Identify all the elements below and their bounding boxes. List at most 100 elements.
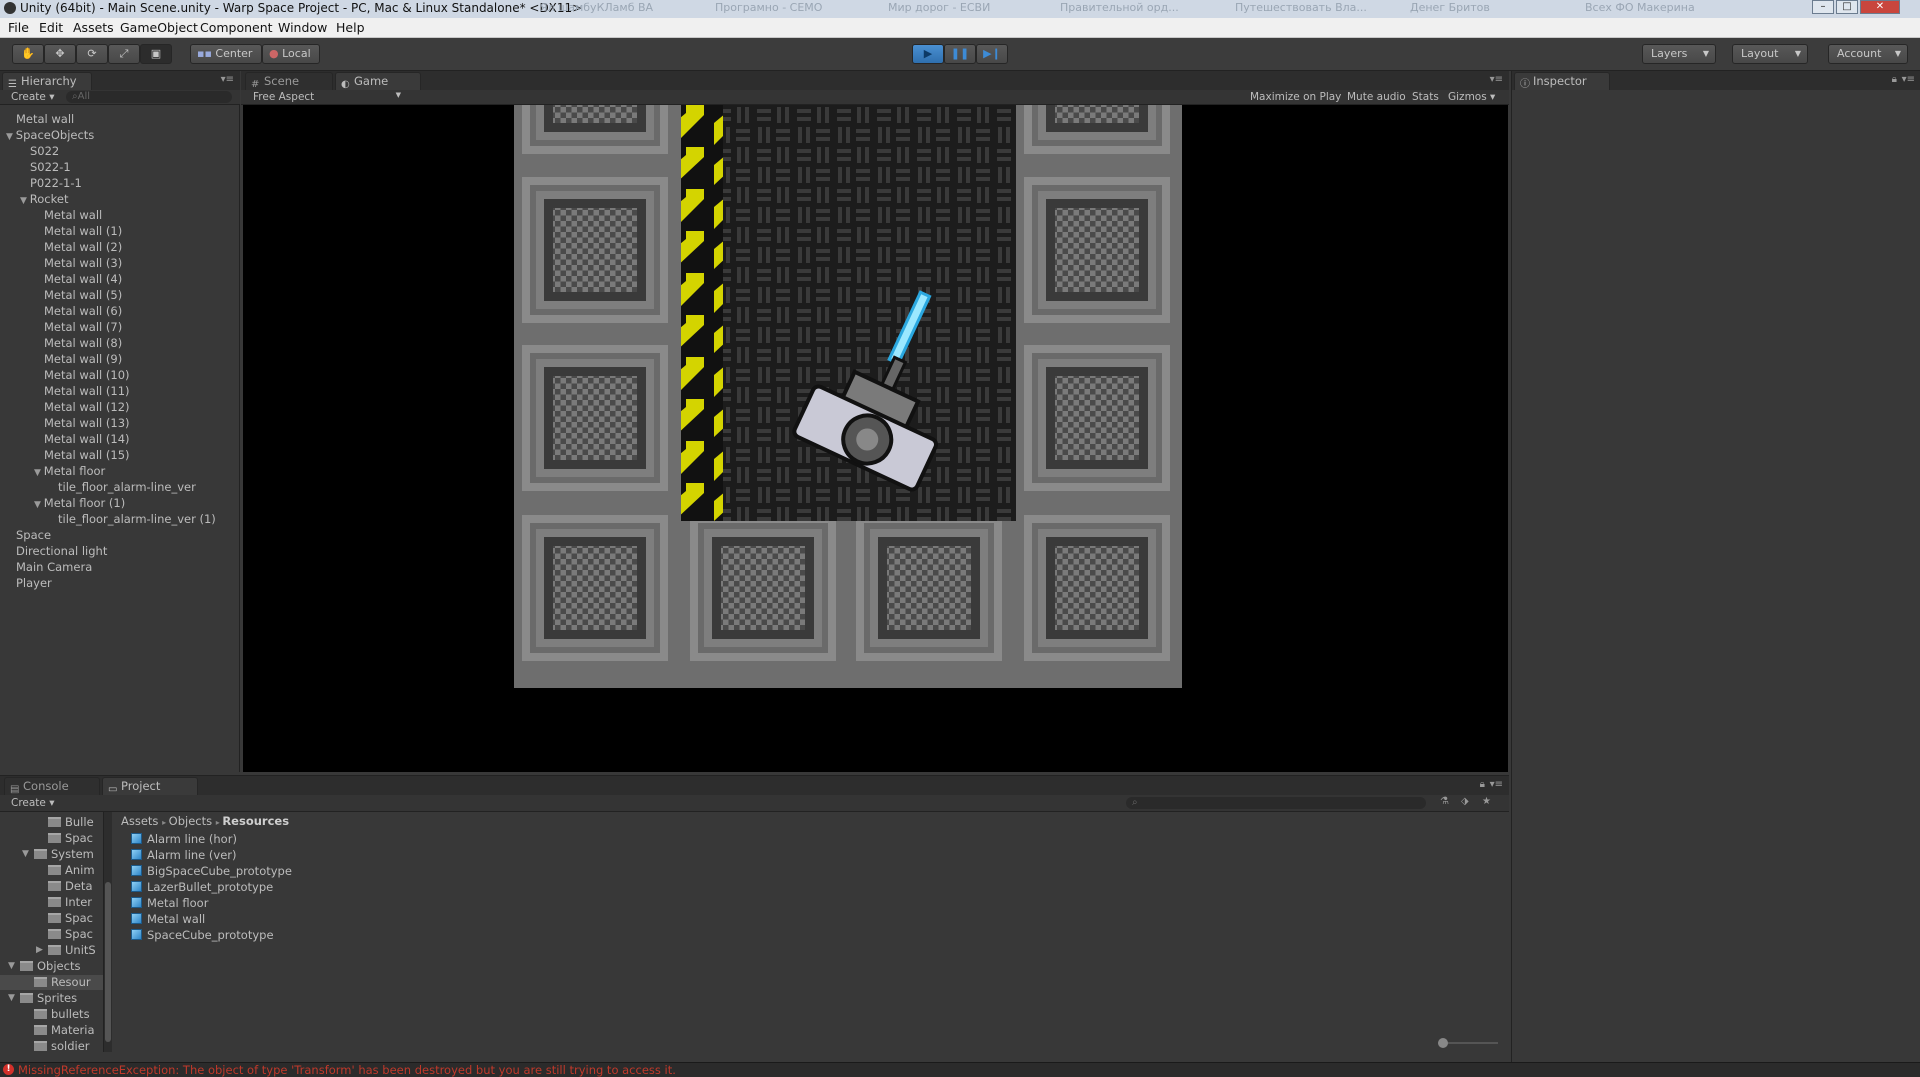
menu-assets[interactable]: Assets: [73, 20, 114, 35]
tab-inspector[interactable]: ⓘ Inspector: [1514, 72, 1610, 90]
expand-triangle-icon[interactable]: ▼: [34, 468, 44, 478]
hierarchy-item[interactable]: Directional light: [6, 543, 107, 559]
tab-project[interactable]: ▭ Project: [102, 777, 198, 795]
play-button[interactable]: ▶: [912, 44, 944, 64]
hierarchy-item[interactable]: Metal wall (8): [34, 335, 122, 351]
pause-button[interactable]: ❚❚: [944, 44, 976, 64]
hierarchy-item[interactable]: Metal wall (10): [34, 367, 130, 383]
collapse-triangle-icon[interactable]: ▶: [36, 943, 43, 958]
project-folder-item[interactable]: Resour: [0, 975, 103, 990]
stats-toggle[interactable]: Stats: [1412, 91, 1439, 103]
project-folder-item[interactable]: soldier: [0, 1039, 103, 1052]
project-folder-item[interactable]: ▼ System: [0, 847, 103, 862]
account-dropdown[interactable]: Account ▼: [1828, 44, 1908, 64]
hierarchy-item[interactable]: Metal wall (11): [34, 383, 130, 399]
hierarchy-search-input[interactable]: ⌕All: [66, 91, 232, 103]
panel-menu-icon[interactable]: ▾≡: [1902, 74, 1915, 85]
breadcrumb-item[interactable]: Objects: [169, 814, 212, 828]
hierarchy-item[interactable]: ▼ Metal floor (1): [34, 495, 125, 511]
tree-scrollbar[interactable]: [104, 812, 112, 1052]
asset-item[interactable]: LazerBullet_prototype: [131, 880, 273, 895]
expand-triangle-icon[interactable]: ▼: [20, 196, 30, 206]
move-tool-button[interactable]: ✥: [44, 44, 76, 64]
layout-dropdown[interactable]: Layout ▼: [1732, 44, 1808, 64]
project-folder-item[interactable]: Materia: [0, 1023, 103, 1038]
menu-window[interactable]: Window: [278, 20, 327, 35]
hierarchy-item[interactable]: ▼ Metal floor: [34, 463, 105, 479]
hierarchy-item[interactable]: Metal wall (13): [34, 415, 130, 431]
hierarchy-item[interactable]: ▼ SpaceObjects: [6, 127, 94, 143]
menu-gameobject[interactable]: GameObject: [120, 20, 198, 35]
scale-tool-button[interactable]: ⤢: [108, 44, 140, 64]
project-folder-item[interactable]: ▶ UnitS: [0, 943, 103, 958]
panel-menu-icon[interactable]: ▾≡: [221, 74, 234, 85]
hand-tool-button[interactable]: ✋: [12, 44, 44, 64]
hierarchy-item[interactable]: Metal wall (3): [34, 255, 122, 271]
hierarchy-item[interactable]: Metal wall (6): [34, 303, 122, 319]
expand-triangle-icon[interactable]: ▼: [22, 847, 29, 862]
asset-item[interactable]: SpaceCube_prototype: [131, 928, 274, 943]
hierarchy-item[interactable]: Metal wall (1): [34, 223, 122, 239]
layers-dropdown[interactable]: Layers ▼: [1642, 44, 1716, 64]
tab-scene[interactable]: # Scene: [245, 72, 333, 90]
rect-tool-button[interactable]: ▣: [140, 44, 172, 64]
hierarchy-item[interactable]: Metal wall (2): [34, 239, 122, 255]
rotate-tool-button[interactable]: ⟳: [76, 44, 108, 64]
menu-help[interactable]: Help: [336, 20, 365, 35]
asset-item[interactable]: Metal floor: [131, 896, 208, 911]
hierarchy-item[interactable]: Metal wall (9): [34, 351, 122, 367]
hierarchy-item[interactable]: tile_floor_alarm-line_ver (1): [48, 511, 216, 527]
hierarchy-item[interactable]: Metal wall (5): [34, 287, 122, 303]
hierarchy-item[interactable]: Metal wall (15): [34, 447, 130, 463]
hierarchy-item[interactable]: Metal wall (4): [34, 271, 122, 287]
hierarchy-item[interactable]: Player: [6, 575, 52, 591]
menu-file[interactable]: File: [8, 20, 29, 35]
expand-triangle-icon[interactable]: ▼: [34, 500, 44, 510]
menu-edit[interactable]: Edit: [39, 20, 63, 35]
favorite-star-icon[interactable]: ★: [1482, 796, 1491, 807]
project-folder-item[interactable]: Inter: [0, 895, 103, 910]
hierarchy-item[interactable]: Metal wall (12): [34, 399, 130, 415]
hierarchy-item[interactable]: S022: [20, 143, 59, 159]
menu-component[interactable]: Component: [200, 20, 273, 35]
hierarchy-item[interactable]: S022-1: [20, 159, 71, 175]
hierarchy-item[interactable]: tile_floor_alarm-line_ver: [48, 479, 196, 495]
asset-item[interactable]: BigSpaceCube_prototype: [131, 864, 292, 879]
lock-icon[interactable]: 🔒︎: [1892, 74, 1897, 85]
breadcrumb-item[interactable]: Resources: [222, 814, 289, 828]
hierarchy-item[interactable]: Metal wall: [34, 207, 102, 223]
project-folder-item[interactable]: ▼ Sprites: [0, 991, 103, 1006]
maximize-on-play-toggle[interactable]: Maximize on Play: [1250, 91, 1341, 103]
filter-by-type-icon[interactable]: ⚗: [1440, 796, 1449, 807]
project-folder-item[interactable]: Spac: [0, 911, 103, 926]
tab-hierarchy[interactable]: ☰ Hierarchy: [2, 72, 92, 90]
step-button[interactable]: ▶❙: [976, 44, 1008, 64]
project-folder-item[interactable]: Deta: [0, 879, 103, 894]
create-dropdown[interactable]: Create ▾: [11, 91, 55, 103]
asset-item[interactable]: Alarm line (ver): [131, 848, 236, 863]
tab-game[interactable]: ◐ Game: [335, 72, 421, 90]
mute-audio-toggle[interactable]: Mute audio: [1347, 91, 1406, 103]
project-folder-item[interactable]: bullets: [0, 1007, 103, 1022]
close-button[interactable]: ✕: [1860, 0, 1900, 14]
hierarchy-item[interactable]: Main Camera: [6, 559, 92, 575]
project-folder-item[interactable]: ▼ Objects: [0, 959, 103, 974]
gizmos-dropdown[interactable]: Gizmos ▾: [1448, 91, 1495, 103]
lock-icon[interactable]: 🔒︎: [1480, 779, 1485, 790]
scrollbar-thumb[interactable]: [105, 882, 111, 1042]
expand-triangle-icon[interactable]: ▼: [6, 132, 16, 142]
panel-menu-icon[interactable]: ▾≡: [1490, 74, 1503, 85]
hierarchy-item[interactable]: Metal wall (14): [34, 431, 130, 447]
asset-item[interactable]: Metal wall: [131, 912, 205, 927]
game-viewport[interactable]: [243, 105, 1508, 772]
aspect-dropdown[interactable]: Free Aspect ▼: [253, 91, 403, 103]
hierarchy-item[interactable]: Metal wall: [6, 111, 74, 127]
project-folder-item[interactable]: Spac: [0, 927, 103, 942]
asset-item[interactable]: Alarm line (hor): [131, 832, 237, 847]
filter-by-label-icon[interactable]: ⬗: [1461, 796, 1469, 807]
create-dropdown[interactable]: Create ▾: [11, 797, 55, 809]
tab-console[interactable]: ▤ Console: [4, 777, 100, 795]
expand-triangle-icon[interactable]: ▼: [8, 991, 15, 1006]
hierarchy-item[interactable]: ▼ Rocket: [20, 191, 68, 207]
project-folder-item[interactable]: Anim: [0, 863, 103, 878]
